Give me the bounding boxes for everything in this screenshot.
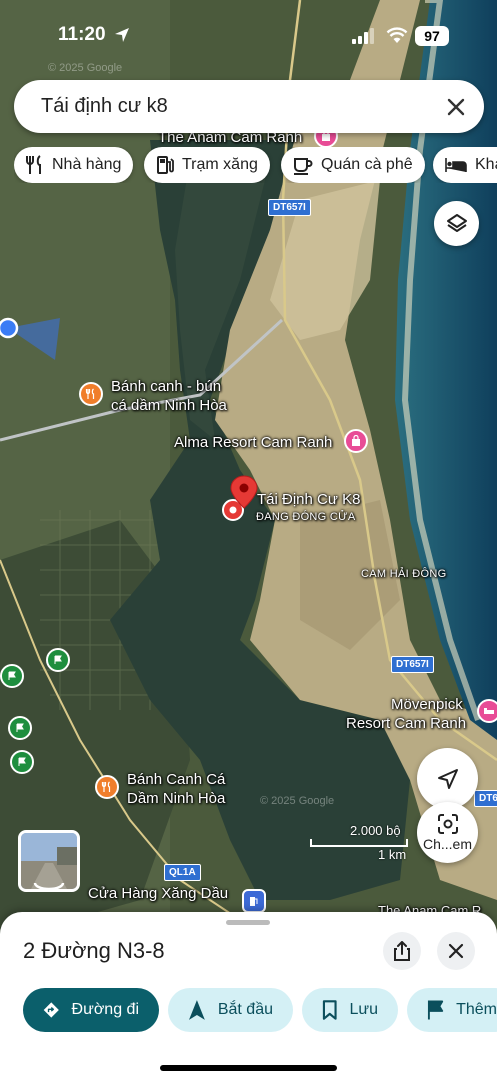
coffee-cup-icon xyxy=(294,158,313,175)
gas-station-pin-icon[interactable] xyxy=(242,889,266,913)
cellular-signal-icon xyxy=(352,28,374,44)
google-watermark: © 2025 Google xyxy=(260,795,335,807)
bed-icon xyxy=(445,158,467,172)
share-button[interactable] xyxy=(383,932,421,970)
hotel-pin-icon[interactable] xyxy=(477,699,497,723)
place-title: 2 Đường N3-8 xyxy=(23,938,165,963)
my-location-button[interactable] xyxy=(417,748,478,809)
chip-hotels[interactable]: Khá xyxy=(433,147,497,183)
selected-place-pin-icon[interactable] xyxy=(219,474,261,524)
restaurant-pin-icon[interactable] xyxy=(79,382,103,406)
navigation-arrow-icon xyxy=(437,768,458,789)
close-icon xyxy=(448,943,464,959)
road-shield-dt657i-mid: DT657I xyxy=(391,656,434,673)
map-scale: 2.000 bộ 1 km xyxy=(310,823,408,883)
action-label: Thêm xyxy=(456,1001,497,1018)
scale-bar xyxy=(310,839,408,847)
clear-search-icon[interactable] xyxy=(444,95,468,119)
category-chips: Nhà hàng Trạm xăng Quán cà phê Khá xyxy=(14,147,497,183)
save-button[interactable]: Lưu xyxy=(302,988,398,1032)
shopping-pin-icon[interactable] xyxy=(344,429,368,453)
battery-indicator: 97 xyxy=(415,26,449,46)
camera-lens-icon xyxy=(437,813,458,834)
layers-icon xyxy=(446,213,467,232)
road-shield-ql1a: QL1A xyxy=(164,864,201,881)
flag-pin-icon[interactable] xyxy=(46,648,70,672)
more-button[interactable]: Thêm xyxy=(407,988,497,1032)
search-bar[interactable]: Tái định cư k8 xyxy=(14,80,484,133)
flag-pin-icon[interactable] xyxy=(10,750,34,774)
lens-button[interactable]: Ch...em xyxy=(417,802,478,863)
map-label-banh-canh-1[interactable]: Bánh canh - bún cá dầm Ninh Hòa xyxy=(111,377,227,415)
close-sheet-button[interactable] xyxy=(437,932,475,970)
chip-gas-stations[interactable]: Trạm xăng xyxy=(144,147,270,183)
scale-imperial: 2.000 bộ xyxy=(350,823,401,838)
map-label-line: cá dầm Ninh Hòa xyxy=(111,397,227,414)
scale-metric: 1 km xyxy=(378,847,407,862)
action-label: Lưu xyxy=(349,1001,378,1018)
action-label: Đường đi xyxy=(71,1001,139,1018)
chip-label: Nhà hàng xyxy=(52,156,122,173)
status-bar: 11:20 97 xyxy=(0,0,497,60)
map-label-cam-hai-dong: CAM HẢI ĐÔNG xyxy=(361,568,447,580)
map-label-line: Mövenpick xyxy=(391,696,463,713)
directions-icon xyxy=(43,1002,59,1018)
map-label-pin-status: ĐANG ĐÓNG CỬA xyxy=(256,511,356,523)
layers-button[interactable] xyxy=(434,201,479,246)
map-label-pin-name[interactable]: Tái Định Cư K8 xyxy=(257,490,360,509)
chip-label: Quán cà phê xyxy=(321,156,413,173)
chip-restaurants[interactable]: Nhà hàng xyxy=(14,147,134,183)
flag-icon xyxy=(427,1000,444,1020)
chip-label: Khá xyxy=(475,156,497,173)
bookmark-icon xyxy=(322,1000,337,1020)
sheet-drag-handle[interactable] xyxy=(226,920,270,925)
street-view-image xyxy=(21,833,77,889)
road-shield-dt657i-top: DT657I xyxy=(268,199,311,216)
road-shield-dt65: DT65 xyxy=(474,790,497,807)
map-label-alma[interactable]: Alma Resort Cam Ranh xyxy=(174,433,332,452)
restaurant-pin-icon[interactable] xyxy=(95,775,119,799)
map-label-line: Resort Cam Ranh xyxy=(346,715,467,732)
search-query-text[interactable]: Tái định cư k8 xyxy=(41,95,168,118)
share-icon xyxy=(394,941,410,961)
map-label-movenpick[interactable]: Mövenpick Resort Cam Ranh xyxy=(346,695,466,733)
status-time: 11:20 xyxy=(58,24,106,45)
fork-knife-icon xyxy=(26,155,41,174)
map-label-banh-canh-2[interactable]: Bánh Canh Cá Dầm Ninh Hòa xyxy=(127,770,225,808)
action-label: Bắt đầu xyxy=(217,1001,273,1018)
flag-pin-icon[interactable] xyxy=(8,716,32,740)
street-view-thumbnail[interactable] xyxy=(18,830,80,892)
start-navigation-button[interactable]: Bắt đầu xyxy=(168,988,293,1032)
gas-station-icon xyxy=(157,156,174,174)
navigation-arrow-icon xyxy=(188,1000,205,1020)
place-bottom-sheet[interactable]: 2 Đường N3-8 Đường đi Bắt đầu Lưu Thêm xyxy=(0,912,497,1080)
map-label-line: Bánh canh - bún xyxy=(111,378,222,395)
map-label-cua-hang[interactable]: Cửa Hàng Xăng Dầu xyxy=(88,884,228,903)
lens-label: Ch...em xyxy=(422,835,472,852)
chip-label: Trạm xăng xyxy=(182,156,258,173)
map-label-line: Dầm Ninh Hòa xyxy=(127,790,226,807)
flag-pin-icon[interactable] xyxy=(0,664,24,688)
map-label-line: Bánh Canh Cá xyxy=(127,771,226,788)
directions-button[interactable]: Đường đi xyxy=(23,988,159,1032)
home-indicator xyxy=(160,1065,337,1071)
wifi-icon xyxy=(386,27,408,43)
chip-coffee-shops[interactable]: Quán cà phê xyxy=(281,147,425,183)
google-watermark: © 2025 Google xyxy=(48,62,123,74)
location-arrow-icon xyxy=(115,28,129,42)
